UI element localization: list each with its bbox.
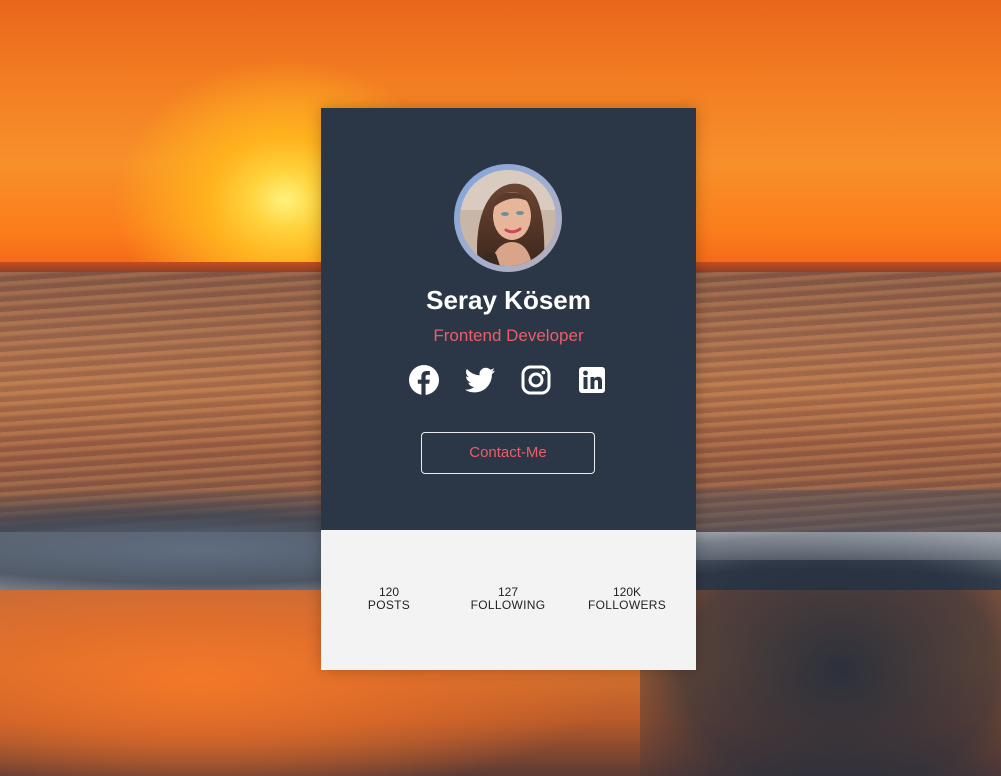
avatar: [454, 164, 562, 272]
contact-me-button[interactable]: Contact-Me: [421, 432, 595, 474]
profile-role: Frontend Developer: [433, 326, 584, 345]
instagram-icon[interactable]: [520, 364, 552, 396]
profile-stats: 120 POSTS 127 FOLLOWING 120K FOLLOWERS: [321, 530, 696, 670]
profile-card: Seray Kösem Frontend Developer Contact-M…: [321, 108, 696, 670]
profile-card-header: Seray Kösem Frontend Developer Contact-M…: [321, 108, 696, 530]
stat-label: POSTS: [367, 598, 411, 612]
stat-posts: 120 POSTS: [329, 586, 449, 612]
social-links: [321, 364, 696, 396]
avatar-photo: [460, 170, 556, 266]
facebook-icon[interactable]: [408, 364, 440, 396]
stat-followers: 120K FOLLOWERS: [567, 586, 687, 612]
profile-name: Seray Kösem: [426, 285, 591, 315]
stat-label: FOLLOWERS: [587, 598, 667, 612]
stat-following: 127 FOLLOWING: [448, 586, 568, 612]
twitter-icon[interactable]: [464, 364, 496, 396]
stat-label: FOLLOWING: [470, 598, 546, 612]
linkedin-icon[interactable]: [576, 364, 608, 396]
